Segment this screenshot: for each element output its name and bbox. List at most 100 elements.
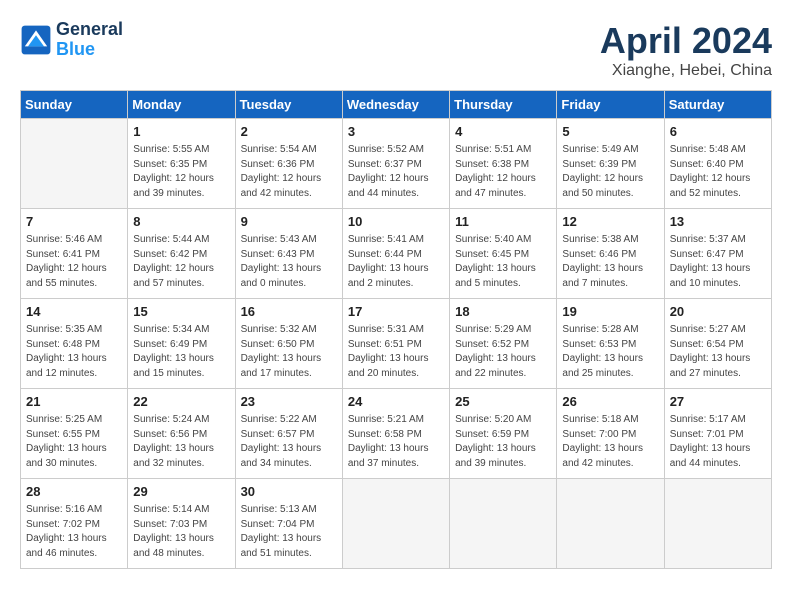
day-info: Sunrise: 5:25 AMSunset: 6:55 PMDaylight:… xyxy=(26,413,122,471)
calendar-table: SundayMondayTuesdayWednesdayThursdayFrid… xyxy=(20,90,772,569)
calendar-day-cell: 11 Sunrise: 5:40 AMSunset: 6:45 PMDayligh… xyxy=(450,209,557,299)
day-number: 9 xyxy=(241,213,337,231)
day-info: Sunrise: 5:46 AMSunset: 6:41 PMDaylight:… xyxy=(26,233,122,291)
calendar-day-cell: 27Sunrise: 5:17 AMSunset: 7:01 PMDayligh… xyxy=(664,389,771,479)
day-info: Sunrise: 5:40 AMSunset: 6:45 PMDaylight:… xyxy=(455,233,551,291)
day-number: 19 xyxy=(562,303,658,321)
day-info: Sunrise: 5:20 AMSunset: 6:59 PMDaylight:… xyxy=(455,413,551,471)
day-number: 27 xyxy=(670,393,766,411)
calendar-day-cell: 3 Sunrise: 5:52 AMSunset: 6:37 PMDaylight… xyxy=(342,119,449,209)
day-number: 5 xyxy=(562,123,658,141)
day-number: 21 xyxy=(26,393,122,411)
calendar-week-row: 14 Sunrise: 5:35 AMSunset: 6:48 PMDayligh… xyxy=(21,299,772,389)
day-info: Sunrise: 5:13 AMSunset: 7:04 PMDaylight:… xyxy=(241,503,337,561)
day-number: 22 xyxy=(133,393,229,411)
calendar-day-cell: 16 Sunrise: 5:32 AMSunset: 6:50 PMDayligh… xyxy=(235,299,342,389)
logo-text: General Blue xyxy=(56,20,123,60)
day-info: Sunrise: 5:48 AMSunset: 6:40 PMDaylight:… xyxy=(670,143,766,201)
day-info: Sunrise: 5:54 AMSunset: 6:36 PMDaylight:… xyxy=(241,143,337,201)
calendar-day-cell: 9Sunrise: 5:43 AMSunset: 6:43 PMDaylight… xyxy=(235,209,342,299)
day-number: 28 xyxy=(26,483,122,501)
calendar-day-cell: 25Sunrise: 5:20 AMSunset: 6:59 PMDayligh… xyxy=(450,389,557,479)
calendar-day-cell: 12Sunrise: 5:38 AMSunset: 6:46 PMDayligh… xyxy=(557,209,664,299)
day-info: Sunrise: 5:31 AMSunset: 6:51 PMDaylight:… xyxy=(348,323,444,381)
day-number: 2 xyxy=(241,123,337,141)
calendar-day-cell: 21 Sunrise: 5:25 AMSunset: 6:55 PMDayligh… xyxy=(21,389,128,479)
calendar-day-cell xyxy=(664,479,771,569)
day-info: Sunrise: 5:51 AMSunset: 6:38 PMDaylight:… xyxy=(455,143,551,201)
calendar-day-cell xyxy=(557,479,664,569)
day-info: Sunrise: 5:22 AMSunset: 6:57 PMDaylight:… xyxy=(241,413,337,471)
day-number: 8 xyxy=(133,213,229,231)
day-info: Sunrise: 5:24 AMSunset: 6:56 PMDaylight:… xyxy=(133,413,229,471)
day-info: Sunrise: 5:16 AMSunset: 7:02 PMDaylight:… xyxy=(26,503,122,561)
calendar-day-cell: 6Sunrise: 5:48 AMSunset: 6:40 PMDaylight… xyxy=(664,119,771,209)
day-number: 24 xyxy=(348,393,444,411)
weekday-header: Thursday xyxy=(450,91,557,119)
day-number: 29 xyxy=(133,483,229,501)
day-info: Sunrise: 5:14 AMSunset: 7:03 PMDaylight:… xyxy=(133,503,229,561)
day-number: 1 xyxy=(133,123,229,141)
day-info: Sunrise: 5:52 AMSunset: 6:37 PMDaylight:… xyxy=(348,143,444,201)
day-number: 3 xyxy=(348,123,444,141)
calendar-day-cell: 7 Sunrise: 5:46 AMSunset: 6:41 PMDaylight… xyxy=(21,209,128,299)
calendar-day-cell: 5 Sunrise: 5:49 AMSunset: 6:39 PMDaylight… xyxy=(557,119,664,209)
calendar-week-row: 1 Sunrise: 5:55 AMSunset: 6:35 PMDaylight… xyxy=(21,119,772,209)
day-info: Sunrise: 5:27 AMSunset: 6:54 PMDaylight:… xyxy=(670,323,766,381)
weekday-header: Saturday xyxy=(664,91,771,119)
day-info: Sunrise: 5:55 AMSunset: 6:35 PMDaylight:… xyxy=(133,143,229,201)
calendar-day-cell xyxy=(450,479,557,569)
day-info: Sunrise: 5:34 AMSunset: 6:49 PMDaylight:… xyxy=(133,323,229,381)
day-number: 11 xyxy=(455,213,551,231)
day-number: 13 xyxy=(670,213,766,231)
calendar-day-cell: 22 Sunrise: 5:24 AMSunset: 6:56 PMDayligh… xyxy=(128,389,235,479)
day-info: Sunrise: 5:29 AMSunset: 6:52 PMDaylight:… xyxy=(455,323,551,381)
calendar-day-cell: 26 Sunrise: 5:18 AMSunset: 7:00 PMDayligh… xyxy=(557,389,664,479)
calendar-day-cell: 30 Sunrise: 5:13 AMSunset: 7:04 PMDayligh… xyxy=(235,479,342,569)
calendar-week-row: 21 Sunrise: 5:25 AMSunset: 6:55 PMDayligh… xyxy=(21,389,772,479)
day-info: Sunrise: 5:49 AMSunset: 6:39 PMDaylight:… xyxy=(562,143,658,201)
title-section: April 2024 Xianghe, Hebei, China xyxy=(600,20,772,80)
calendar-day-cell: 1 Sunrise: 5:55 AMSunset: 6:35 PMDaylight… xyxy=(128,119,235,209)
calendar-day-cell: 18 Sunrise: 5:29 AMSunset: 6:52 PMDayligh… xyxy=(450,299,557,389)
weekday-header: Sunday xyxy=(21,91,128,119)
day-number: 4 xyxy=(455,123,551,141)
calendar-day-cell xyxy=(21,119,128,209)
day-number: 18 xyxy=(455,303,551,321)
day-info: Sunrise: 5:28 AMSunset: 6:53 PMDaylight:… xyxy=(562,323,658,381)
calendar-day-cell xyxy=(342,479,449,569)
day-info: Sunrise: 5:37 AMSunset: 6:47 PMDaylight:… xyxy=(670,233,766,291)
day-info: Sunrise: 5:44 AMSunset: 6:42 PMDaylight:… xyxy=(133,233,229,291)
calendar-day-cell: 28 Sunrise: 5:16 AMSunset: 7:02 PMDayligh… xyxy=(21,479,128,569)
day-number: 17 xyxy=(348,303,444,321)
weekday-header: Tuesday xyxy=(235,91,342,119)
day-number: 14 xyxy=(26,303,122,321)
day-number: 7 xyxy=(26,213,122,231)
day-info: Sunrise: 5:18 AMSunset: 7:00 PMDaylight:… xyxy=(562,413,658,471)
weekday-header: Wednesday xyxy=(342,91,449,119)
logo: General Blue xyxy=(20,20,123,60)
day-number: 23 xyxy=(241,393,337,411)
day-number: 26 xyxy=(562,393,658,411)
weekday-header-row: SundayMondayTuesdayWednesdayThursdayFrid… xyxy=(21,91,772,119)
day-info: Sunrise: 5:21 AMSunset: 6:58 PMDaylight:… xyxy=(348,413,444,471)
calendar-day-cell: 8 Sunrise: 5:44 AMSunset: 6:42 PMDaylight… xyxy=(128,209,235,299)
calendar-day-cell: 15 Sunrise: 5:34 AMSunset: 6:49 PMDayligh… xyxy=(128,299,235,389)
weekday-header: Friday xyxy=(557,91,664,119)
weekday-header: Monday xyxy=(128,91,235,119)
calendar-week-row: 7 Sunrise: 5:46 AMSunset: 6:41 PMDaylight… xyxy=(21,209,772,299)
day-number: 12 xyxy=(562,213,658,231)
calendar-day-cell: 19 Sunrise: 5:28 AMSunset: 6:53 PMDayligh… xyxy=(557,299,664,389)
day-number: 20 xyxy=(670,303,766,321)
day-number: 16 xyxy=(241,303,337,321)
calendar-day-cell: 13 Sunrise: 5:37 AMSunset: 6:47 PMDayligh… xyxy=(664,209,771,299)
day-info: Sunrise: 5:32 AMSunset: 6:50 PMDaylight:… xyxy=(241,323,337,381)
calendar-subtitle: Xianghe, Hebei, China xyxy=(600,62,772,80)
day-number: 15 xyxy=(133,303,229,321)
day-number: 30 xyxy=(241,483,337,501)
calendar-day-cell: 24 Sunrise: 5:21 AMSunset: 6:58 PMDayligh… xyxy=(342,389,449,479)
calendar-day-cell: 10Sunrise: 5:41 AMSunset: 6:44 PMDayligh… xyxy=(342,209,449,299)
day-info: Sunrise: 5:35 AMSunset: 6:48 PMDaylight:… xyxy=(26,323,122,381)
day-info: Sunrise: 5:41 AMSunset: 6:44 PMDaylight:… xyxy=(348,233,444,291)
page-header: General Blue April 2024 Xianghe, Hebei, … xyxy=(20,20,772,80)
